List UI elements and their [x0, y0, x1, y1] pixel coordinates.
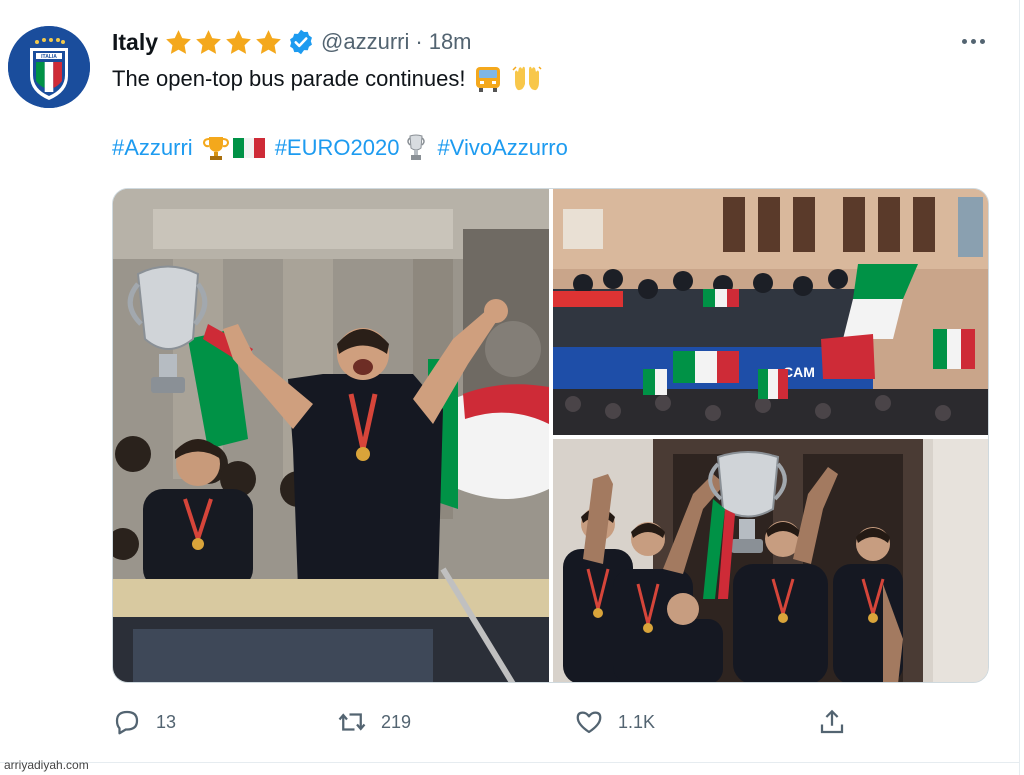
- media-grid: CAM: [112, 188, 989, 683]
- tweet-timestamp[interactable]: 18m: [429, 29, 472, 55]
- tweet-header: Italy @azzurri · 18m: [112, 26, 472, 58]
- name-stars: [164, 28, 283, 57]
- reply-icon: [115, 710, 139, 735]
- star-icon: [256, 29, 281, 54]
- figc-italy-crest-icon: ITALIA: [8, 26, 90, 108]
- like-count: 1.1K: [618, 711, 656, 732]
- tweet-action-bar: 13 219 1.1K: [112, 706, 872, 738]
- retweet-count: 219: [381, 711, 412, 732]
- share-button[interactable]: [817, 706, 847, 738]
- hashtag-azzurri[interactable]: #Azzurri: [112, 135, 193, 161]
- photo-players-lifting-trophy[interactable]: [553, 439, 988, 682]
- right-border: [1019, 0, 1020, 775]
- bus-icon: [476, 67, 501, 92]
- reply-count: 13: [156, 711, 177, 732]
- italy-flag-icon: [232, 138, 265, 158]
- retweet-button[interactable]: 219: [337, 706, 411, 738]
- euro-trophy-icon: [407, 134, 426, 160]
- svg-text:ITALIA: ITALIA: [41, 54, 57, 60]
- hashtag-line: #Azzurri #EURO2020 #VivoAzzurro: [112, 133, 568, 163]
- retweet-icon: [338, 713, 366, 731]
- tweet-text: The open-top bus parade continues!: [112, 64, 543, 94]
- tweet-body: The open-top bus parade continues!: [112, 66, 466, 91]
- avatar[interactable]: ITALIA: [8, 26, 90, 108]
- star-icon: [166, 29, 191, 54]
- account-name[interactable]: Italy: [112, 29, 158, 56]
- bottom-border: [0, 762, 1019, 763]
- photo-players-with-trophy-on-bus[interactable]: [113, 189, 549, 682]
- share-icon: [820, 709, 844, 734]
- hashtag-euro2020[interactable]: #EURO2020: [275, 135, 400, 161]
- trophy-icon: [202, 137, 229, 160]
- star-icon: [196, 29, 221, 54]
- more-options-icon[interactable]: [956, 30, 990, 52]
- header-separator: ·: [415, 29, 423, 54]
- account-handle[interactable]: @azzurri: [321, 29, 409, 55]
- raised-hands-icon: [512, 66, 543, 91]
- verified-badge-icon: [290, 29, 312, 55]
- like-button[interactable]: 1.1K: [574, 706, 655, 738]
- photo-crowd-with-flags-at-bus[interactable]: CAM: [553, 189, 988, 435]
- heart-icon: [576, 711, 602, 734]
- watermark: arriyadiyah.com: [4, 758, 89, 772]
- star-icon: [226, 29, 251, 54]
- hashtag-vivoazzurro[interactable]: #VivoAzzurro: [437, 135, 567, 161]
- reply-button[interactable]: 13: [112, 706, 176, 738]
